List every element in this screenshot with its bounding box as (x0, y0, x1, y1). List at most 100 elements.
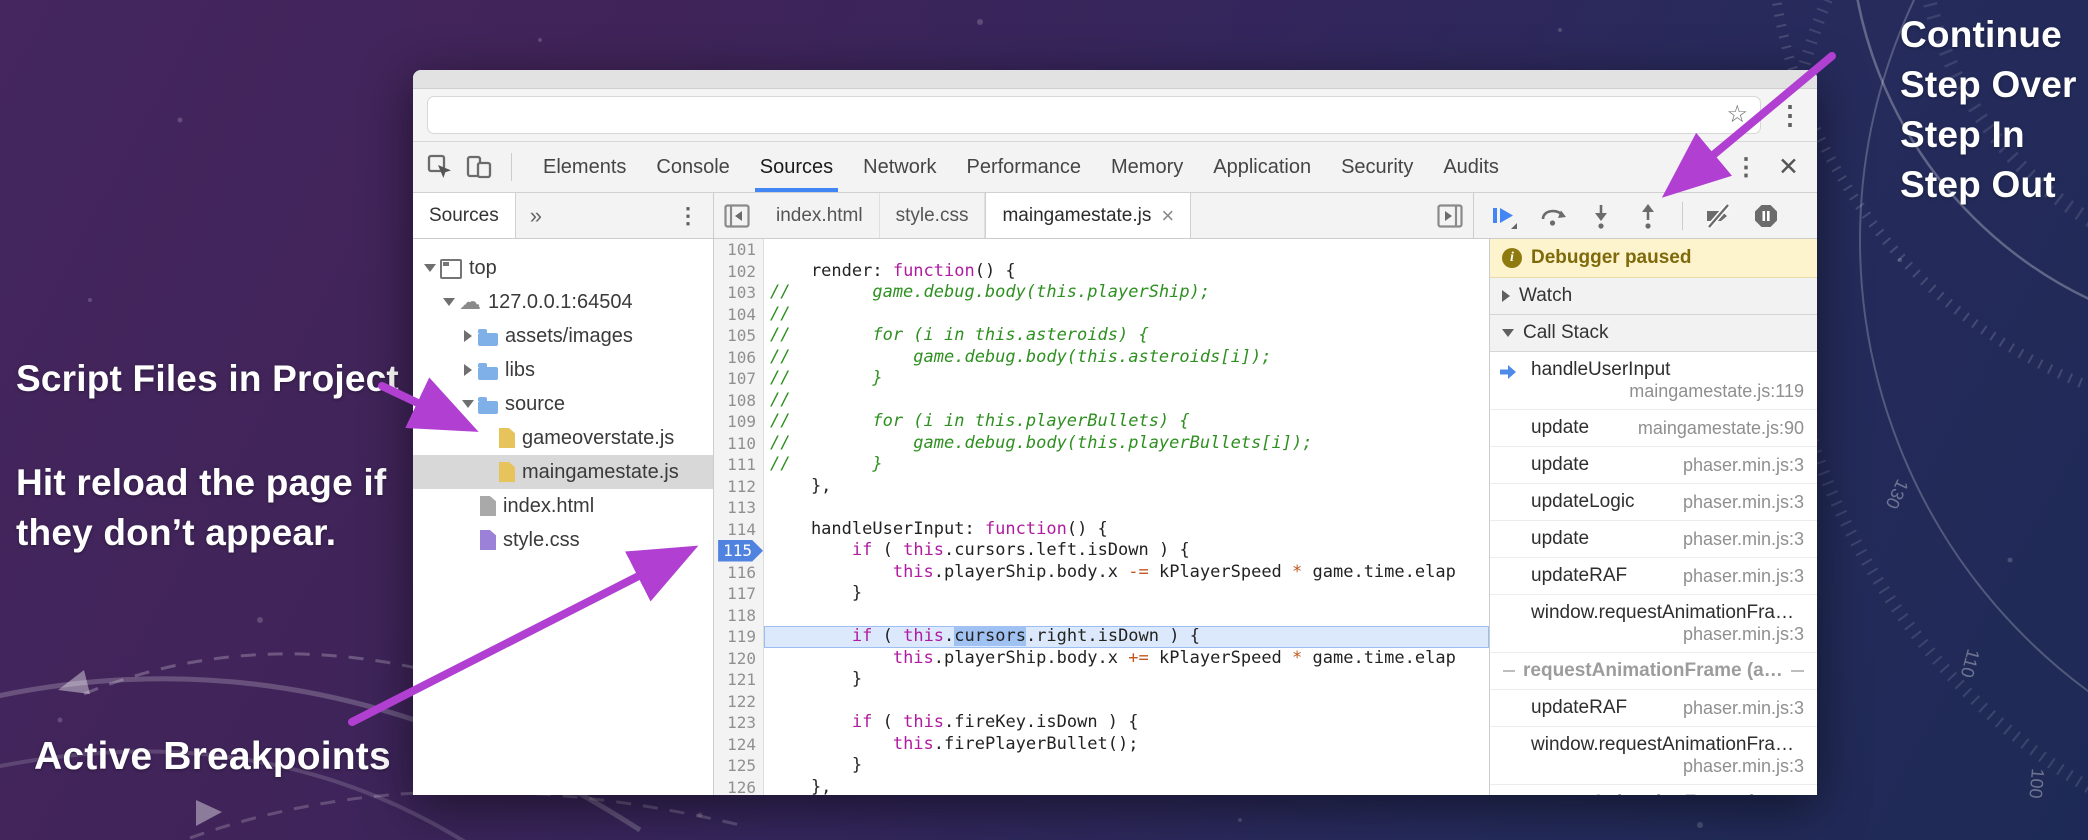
devtools-main-tabbar: ElementsConsoleSourcesNetworkPerformance… (413, 142, 1817, 193)
expander-closed-icon[interactable] (459, 364, 476, 376)
code-line-text: } (764, 583, 1489, 605)
navigator-tab-sources[interactable]: Sources (413, 193, 516, 238)
expander-open-icon[interactable] (459, 400, 476, 408)
code-line-text: // } (764, 454, 1489, 476)
tree-item-assets-images[interactable]: assets/images (413, 319, 713, 353)
navigator-menu-icon[interactable]: ⋮ (677, 203, 699, 229)
line-number[interactable]: 120 (714, 648, 764, 670)
tab-memory[interactable]: Memory (1096, 142, 1198, 192)
line-number[interactable]: 112 (714, 476, 764, 498)
editor-tab-maingamestate-js[interactable]: maingamestate.js× (985, 193, 1191, 238)
line-number[interactable]: 126 (714, 777, 764, 796)
line-number[interactable]: 122 (714, 691, 764, 713)
code-line-111: 111// } (714, 454, 1489, 476)
line-number[interactable]: 123 (714, 712, 764, 734)
tab-performance[interactable]: Performance (952, 142, 1097, 192)
tree-item-label: style.css (503, 529, 580, 552)
expander-closed-icon[interactable] (459, 330, 476, 342)
deactivate-breakpoints-icon[interactable] (1704, 203, 1732, 229)
navigator-overflow-icon[interactable]: » (530, 203, 542, 229)
editor-tab-style-css[interactable]: style.css (880, 193, 986, 238)
call-stack-frame[interactable]: updateRAFphaser.min.js:3 (1490, 558, 1817, 595)
call-stack-frame[interactable]: updatephaser.min.js:3 (1490, 521, 1817, 558)
tree-item-top[interactable]: top (413, 251, 713, 285)
line-number[interactable]: 102 (714, 261, 764, 283)
line-number[interactable]: 117 (714, 583, 764, 605)
line-number[interactable]: 101 (714, 239, 764, 261)
call-stack-frame[interactable]: updatemaingamestate.js:90 (1490, 410, 1817, 447)
line-number[interactable]: 104 (714, 304, 764, 326)
line-number[interactable]: 118 (714, 605, 764, 627)
call-stack-section-header[interactable]: Call Stack (1490, 315, 1817, 352)
show-drawer-icon[interactable] (1437, 204, 1463, 228)
code-line-122: 122 (714, 691, 1489, 713)
address-bar[interactable]: ☆ (427, 96, 1761, 134)
step-into-icon[interactable] (1588, 202, 1614, 230)
line-number[interactable]: 125 (714, 755, 764, 777)
expander-open-icon[interactable] (440, 298, 457, 306)
tab-console[interactable]: Console (641, 142, 744, 192)
call-stack-frame[interactable]: window.requestAnimationFra…phaser.min.js… (1490, 727, 1817, 785)
inspect-element-icon[interactable] (427, 154, 453, 180)
line-number[interactable]: 111 (714, 454, 764, 476)
step-over-icon[interactable] (1539, 203, 1567, 229)
watch-section-header[interactable]: Watch (1490, 278, 1817, 315)
tree-item-gameoverstate-js[interactable]: gameoverstate.js (413, 421, 713, 455)
tab-security[interactable]: Security (1326, 142, 1428, 192)
devtools-menu-icon[interactable]: ⋮ (1734, 153, 1758, 182)
browser-menu-icon[interactable]: ⋮ (1777, 102, 1803, 128)
resume-script-icon[interactable] (1490, 202, 1518, 230)
code-line-104: 104// (714, 304, 1489, 326)
line-number[interactable]: 124 (714, 734, 764, 756)
tab-elements[interactable]: Elements (528, 142, 641, 192)
line-number[interactable]: 109 (714, 411, 764, 433)
hide-navigator-icon[interactable] (724, 204, 750, 228)
line-number[interactable]: 114 (714, 519, 764, 541)
pause-on-exceptions-icon[interactable] (1753, 203, 1779, 229)
breakpoint-line-number[interactable]: 115 (714, 540, 764, 562)
expander-open-icon[interactable] (421, 264, 438, 272)
code-line-text: this.playerShip.body.x += kPlayerSpeed *… (764, 648, 1489, 670)
line-number[interactable]: 103 (714, 282, 764, 304)
devtools-close-icon[interactable]: ✕ (1778, 152, 1799, 182)
line-number[interactable]: 113 (714, 497, 764, 519)
call-stack-frame[interactable]: handleUserInputmaingamestate.js:119 (1490, 352, 1817, 410)
svg-text:110: 110 (1957, 647, 1984, 680)
info-icon: i (1502, 248, 1522, 268)
tab-network[interactable]: Network (848, 142, 951, 192)
line-number[interactable]: 110 (714, 433, 764, 455)
tree-item-127-0-0-1-64504[interactable]: ☁127.0.0.1:64504 (413, 285, 713, 319)
bookmark-star-icon[interactable]: ☆ (1726, 103, 1748, 127)
call-stack-frame[interactable]: updateRAFphaser.min.js:3 (1490, 690, 1817, 727)
tab-audits[interactable]: Audits (1428, 142, 1514, 192)
tree-item-source[interactable]: source (413, 387, 713, 421)
devtools-second-row: Sources » ⋮ index.htmlstyle.cssmaingames… (413, 193, 1817, 239)
browser-toolbar: ☆ ⋮ (413, 89, 1817, 142)
line-number[interactable]: 119 (714, 626, 764, 648)
tree-item-style-css[interactable]: style.css (413, 523, 713, 557)
line-number[interactable]: 121 (714, 669, 764, 691)
device-toolbar-icon[interactable] (465, 154, 493, 180)
line-number[interactable]: 106 (714, 347, 764, 369)
close-tab-icon[interactable]: × (1161, 205, 1174, 227)
line-number[interactable]: 105 (714, 325, 764, 347)
toolbar-divider (1682, 202, 1683, 230)
call-stack-frame[interactable]: updatephaser.min.js:3 (1490, 447, 1817, 484)
breakpoint-marker[interactable]: 115 (718, 540, 763, 562)
annotation-step-over: Step Over (1900, 60, 2077, 110)
call-stack-frame[interactable]: window.requestAnimationFra…phaser.min.js… (1490, 595, 1817, 653)
line-number[interactable]: 116 (714, 562, 764, 584)
file-html-icon (480, 496, 496, 516)
tree-item-libs[interactable]: libs (413, 353, 713, 387)
frame-function-name: update (1531, 417, 1589, 439)
editor-tab-index-html[interactable]: index.html (760, 193, 880, 238)
tab-sources[interactable]: Sources (745, 142, 848, 192)
tree-item-index-html[interactable]: index.html (413, 489, 713, 523)
line-number[interactable]: 108 (714, 390, 764, 412)
step-out-icon[interactable] (1635, 202, 1661, 230)
tree-item-maingamestate-js[interactable]: maingamestate.js (413, 455, 713, 489)
tab-application[interactable]: Application (1198, 142, 1326, 192)
folder-icon (478, 367, 498, 380)
call-stack-frame[interactable]: updateLogicphaser.min.js:3 (1490, 484, 1817, 521)
line-number[interactable]: 107 (714, 368, 764, 390)
